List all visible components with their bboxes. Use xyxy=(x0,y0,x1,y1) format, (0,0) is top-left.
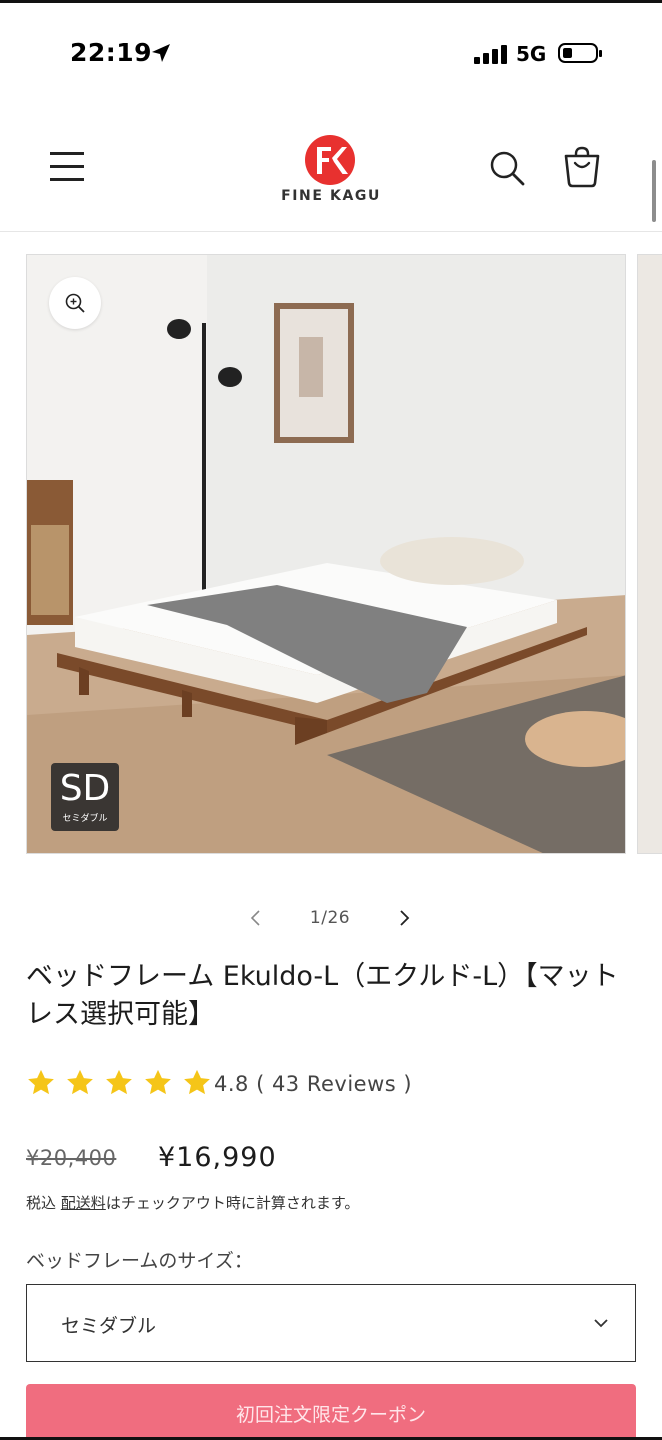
size-select[interactable]: セミダブル xyxy=(26,1284,636,1362)
size-badge-code: SD xyxy=(59,768,111,809)
chevron-down-icon xyxy=(594,1319,608,1328)
battery-icon xyxy=(558,43,602,63)
product-rating[interactable]: 4.8 ( 43 Reviews ) xyxy=(26,1066,626,1106)
coupon-button-label: 初回注文限定クーポン xyxy=(235,1404,426,1426)
rating-stars xyxy=(26,1068,216,1102)
chevron-left-icon[interactable] xyxy=(246,906,266,930)
rating-summary: 4.8 ( 43 Reviews ) xyxy=(214,1072,413,1096)
tax-included-label: 税込 xyxy=(26,1194,57,1212)
star-icon xyxy=(106,1069,133,1095)
site-header: FINE KAGU xyxy=(0,120,662,232)
search-icon[interactable] xyxy=(488,148,526,188)
next-slide-peek[interactable] xyxy=(637,254,662,854)
signal-bars-icon xyxy=(474,44,508,64)
original-price: ¥20,400 xyxy=(26,1146,117,1170)
star-icon xyxy=(145,1069,172,1095)
star-icon xyxy=(28,1069,54,1095)
brand-logo[interactable]: FINE KAGU xyxy=(276,134,386,214)
tax-shipping-note: 税込 配送料はチェックアウト時に計算されます。 xyxy=(26,1192,359,1213)
star-icon xyxy=(184,1069,211,1095)
gallery-pagination: 1/26 xyxy=(240,898,420,938)
tax-note-suffix: はチェックアウト時に計算されます。 xyxy=(105,1194,360,1212)
product-title: ベッドフレーム Ekuldo-L（エクルド-L）【マットレス選択可能】 xyxy=(26,961,619,1030)
zoom-button[interactable] xyxy=(49,277,101,329)
location-arrow-icon xyxy=(152,44,170,62)
size-select-label: ベッドフレームのサイズ： xyxy=(26,1250,253,1272)
size-select-value: セミダブル xyxy=(61,1315,157,1337)
slide-counter: 1/26 xyxy=(309,908,351,928)
sale-price: ¥16,990 xyxy=(158,1142,277,1173)
size-badge-label: セミダブル xyxy=(62,814,108,824)
zoom-in-icon xyxy=(65,293,85,313)
chevron-right-icon[interactable] xyxy=(394,906,414,930)
brand-name: FINE KAGU xyxy=(281,188,381,204)
cart-icon[interactable] xyxy=(562,146,602,188)
hamburger-menu-icon[interactable] xyxy=(50,150,86,184)
status-time: 22:19 xyxy=(70,38,153,67)
first-order-coupon-button[interactable]: 初回注文限定クーポン xyxy=(26,1384,636,1440)
status-bar: 22:19 5G xyxy=(0,0,662,100)
fk-logo-icon xyxy=(305,135,355,185)
network-label: 5G xyxy=(516,42,547,66)
shipping-link[interactable]: 配送料 xyxy=(61,1194,106,1212)
star-icon xyxy=(67,1069,93,1095)
size-badge: SD セミダブル xyxy=(51,763,119,831)
product-image-gallery[interactable]: SD セミダブル xyxy=(26,254,626,854)
scrollbar[interactable] xyxy=(652,160,656,222)
